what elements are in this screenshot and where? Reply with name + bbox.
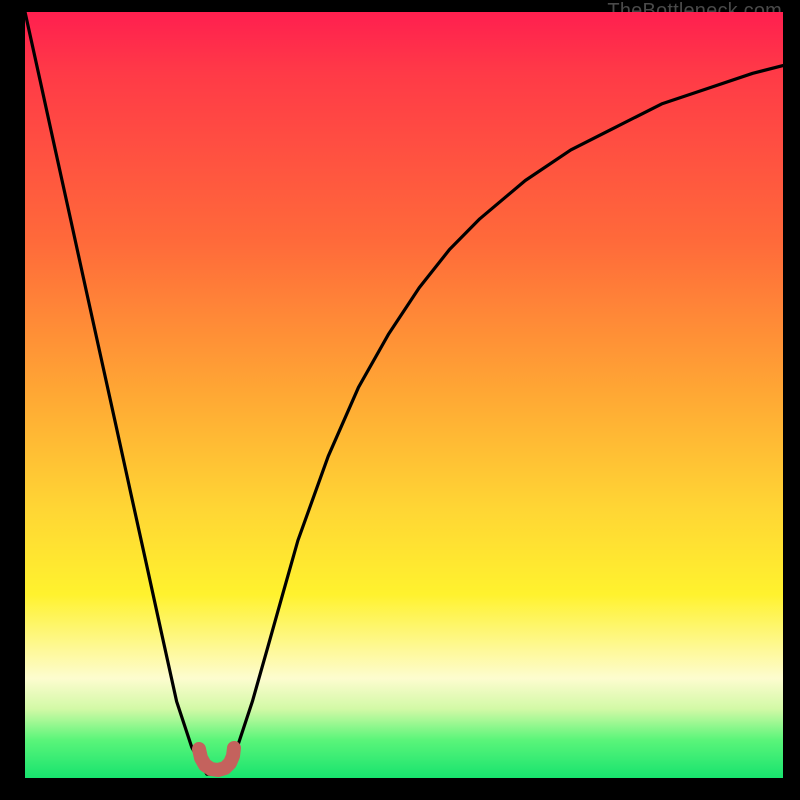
chart-frame: TheBottleneck.com xyxy=(0,0,800,800)
plot-area xyxy=(25,12,783,778)
curve-layer xyxy=(25,12,783,778)
minimum-marker xyxy=(199,748,234,770)
bottleneck-curve xyxy=(25,12,783,774)
